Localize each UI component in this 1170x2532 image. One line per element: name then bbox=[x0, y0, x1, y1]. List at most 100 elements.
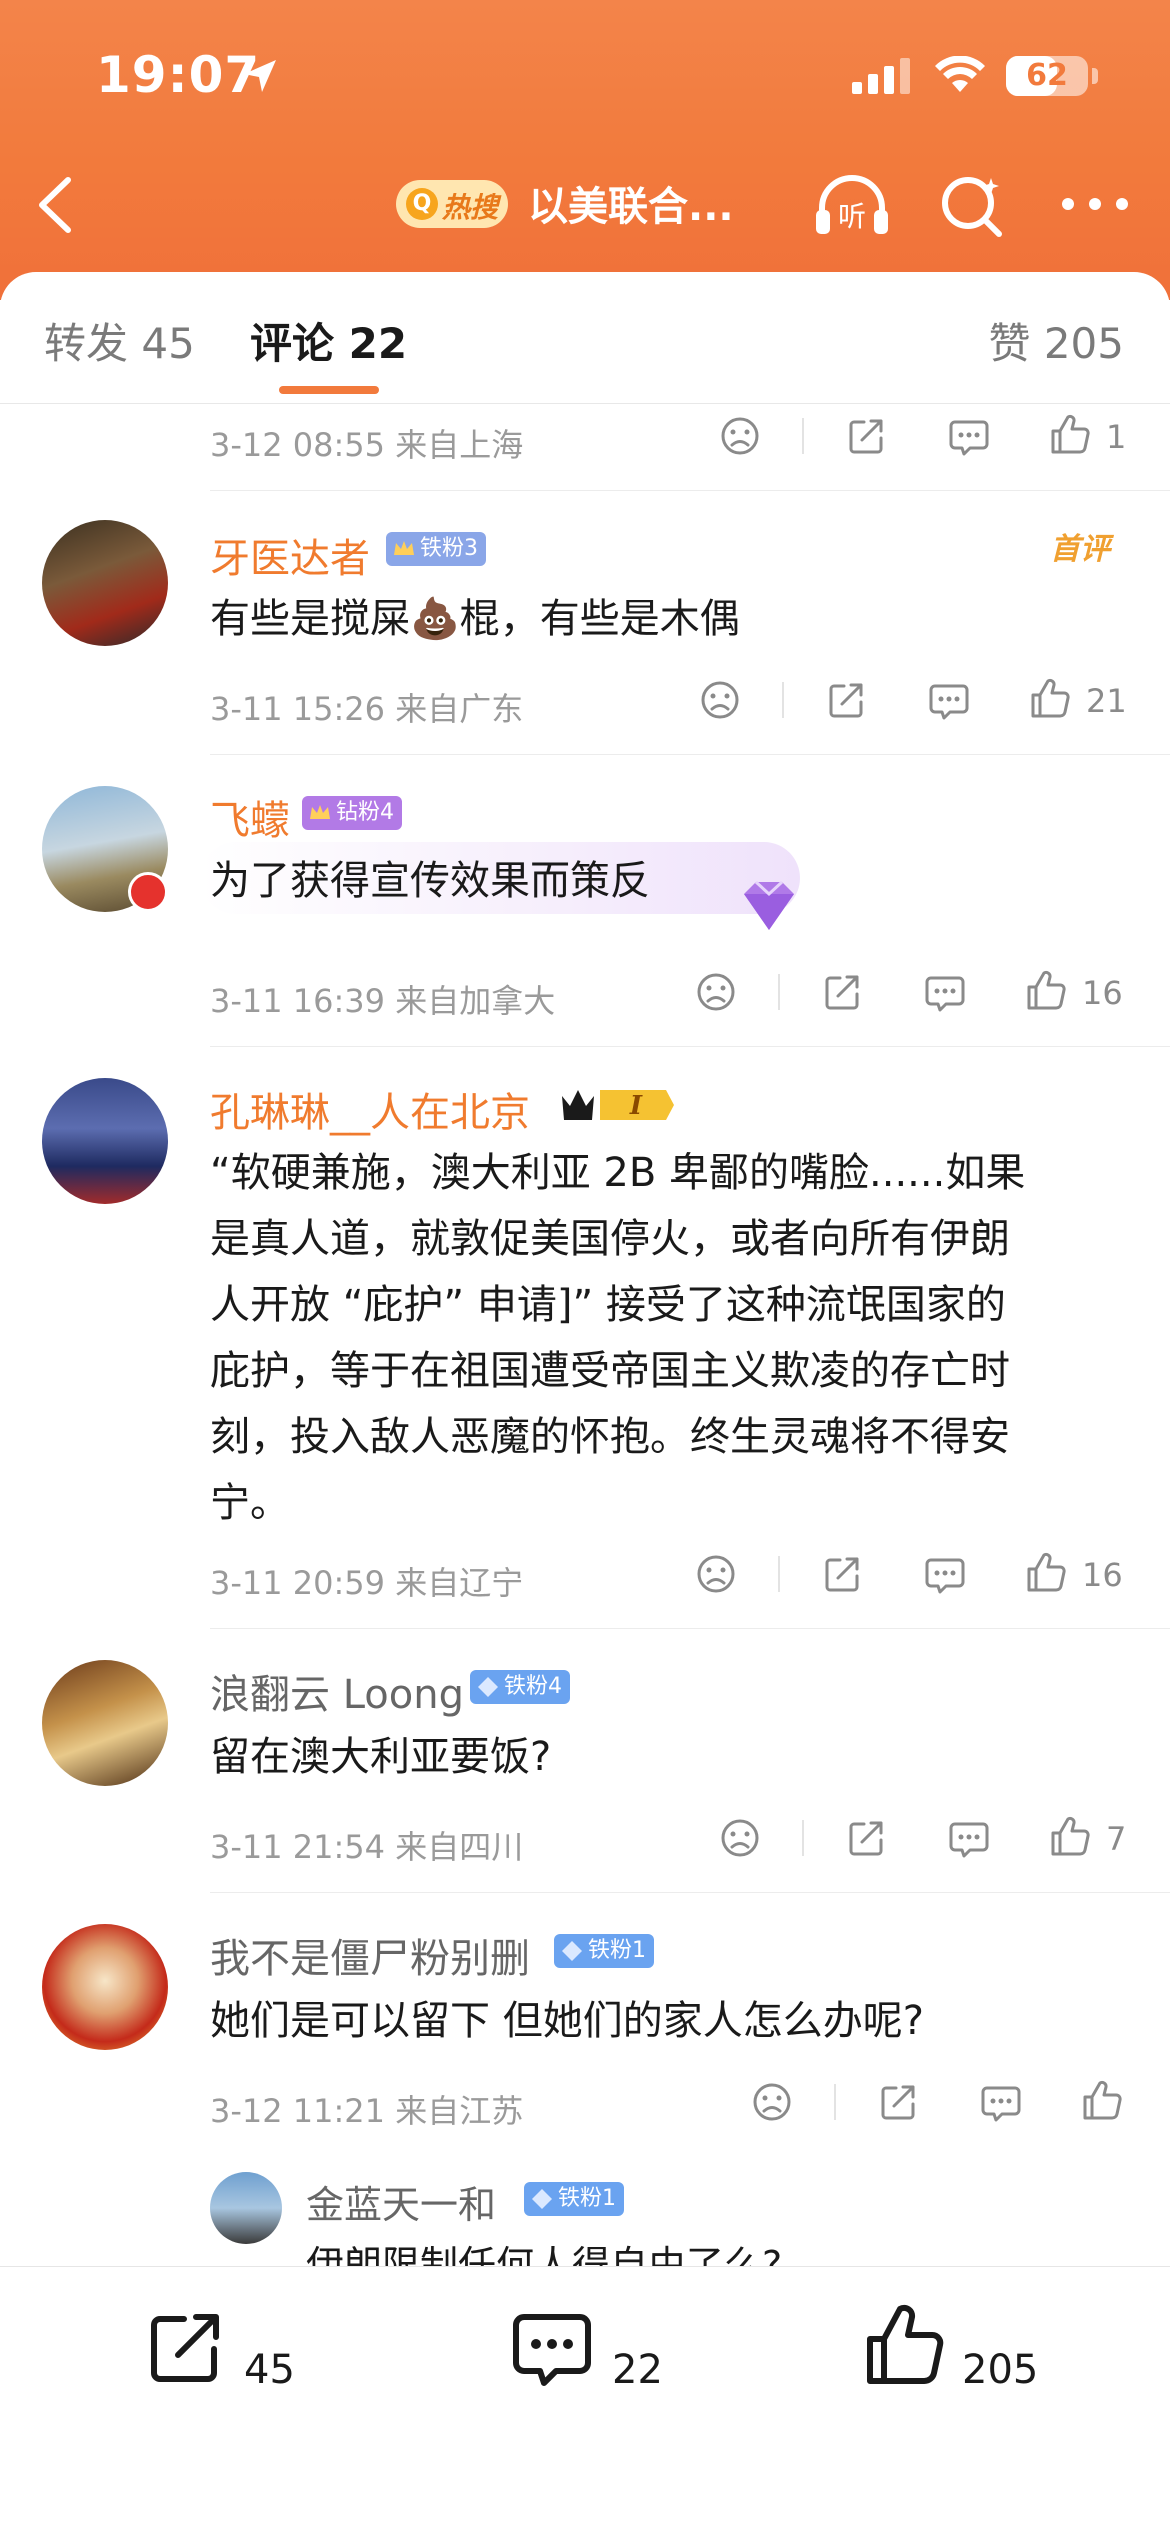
more-icon[interactable] bbox=[1060, 196, 1130, 212]
username[interactable]: 孔琳琳__人在北京 bbox=[210, 1080, 530, 1138]
listen-label: 听 bbox=[838, 200, 866, 233]
back-icon[interactable] bbox=[30, 170, 80, 240]
comment-icon[interactable] bbox=[948, 416, 990, 458]
comment-line: 宁。 bbox=[210, 1480, 290, 1526]
diamond-icon bbox=[478, 1677, 498, 1697]
search-icon[interactable] bbox=[937, 172, 1007, 242]
avatar[interactable] bbox=[42, 1078, 168, 1204]
tab-reposts[interactable]: 转发 45 bbox=[44, 310, 195, 371]
fan-badge-label: 钻粉4 bbox=[336, 800, 394, 825]
hot-search-badge[interactable]: Q 热搜 bbox=[396, 180, 508, 228]
sad-icon[interactable] bbox=[752, 2082, 792, 2122]
reply-username[interactable]: 金蓝天一和 bbox=[306, 2174, 496, 2229]
diamond-icon bbox=[532, 2189, 552, 2209]
nav-bar: Q 热搜 以美联合... 听 bbox=[0, 150, 1170, 260]
crown-icon bbox=[394, 541, 414, 555]
comment-count[interactable]: 22 bbox=[612, 2347, 663, 2393]
sad-icon[interactable] bbox=[700, 680, 740, 720]
comment-text: 为了获得宣传效果而策反 bbox=[210, 858, 650, 904]
tab-bar: 转发 45 评论 22 赞 205 bbox=[0, 272, 1170, 404]
comment-line: 刻，投入敌人恶魔的怀抱。终生灵魂将不得安 bbox=[210, 1414, 1010, 1460]
divider bbox=[210, 490, 1170, 491]
bottom-action-bar: 45 22 205 bbox=[0, 2266, 1170, 2532]
like-icon[interactable] bbox=[1050, 1816, 1092, 1858]
fan-badge-label: 铁粉4 bbox=[504, 1674, 562, 1699]
tab-active-indicator bbox=[279, 386, 379, 394]
like-count: 21 bbox=[1086, 682, 1127, 720]
comment-text: 有些是搅屎💩棍，有些是木偶 bbox=[210, 596, 740, 642]
action-separator bbox=[778, 1556, 780, 1592]
username[interactable]: 飞蠓 bbox=[210, 788, 290, 846]
sad-icon[interactable] bbox=[720, 1818, 760, 1858]
comment-meta: 3-11 20:59 来自辽宁 bbox=[210, 1564, 524, 1602]
sad-icon[interactable] bbox=[696, 1554, 736, 1594]
username[interactable]: 我不是僵尸粉别删 bbox=[210, 1926, 530, 1984]
action-separator bbox=[778, 974, 780, 1010]
fan-badge: 铁粉4 bbox=[470, 1670, 570, 1704]
status-bar: 19:07 62 bbox=[0, 0, 1170, 150]
divider bbox=[210, 1046, 1170, 1047]
avatar[interactable] bbox=[42, 520, 168, 646]
like-count: 16 bbox=[1082, 1556, 1123, 1594]
comment-text: 留在澳大利亚要饭? bbox=[210, 1734, 552, 1780]
fan-badge-label: 铁粉3 bbox=[420, 536, 478, 561]
like-count[interactable]: 205 bbox=[962, 2347, 1038, 2393]
sad-icon[interactable] bbox=[720, 416, 760, 456]
diamond-icon bbox=[562, 1941, 582, 1961]
like-icon[interactable] bbox=[1050, 414, 1092, 456]
username[interactable]: 浪翻云 Loong bbox=[210, 1662, 464, 1720]
fan-badge: 铁粉1 bbox=[554, 1934, 654, 1968]
comment-icon[interactable] bbox=[948, 1818, 990, 1860]
tab-comments[interactable]: 评论 22 bbox=[250, 310, 407, 371]
comment-line: 人开放 “庇护” 申请]” 接受了这种流氓国家的 bbox=[210, 1282, 1006, 1328]
vip-crown-badge: I bbox=[562, 1090, 674, 1121]
like-count: 7 bbox=[1106, 1820, 1127, 1858]
share-icon[interactable] bbox=[846, 1818, 886, 1858]
like-icon[interactable] bbox=[1030, 678, 1072, 720]
battery-tip bbox=[1092, 68, 1098, 84]
comment-icon[interactable] bbox=[980, 2082, 1022, 2124]
comment-icon[interactable] bbox=[924, 1554, 966, 1596]
like-icon[interactable] bbox=[1026, 1552, 1068, 1594]
like-count: 1 bbox=[1106, 418, 1127, 456]
comment-icon[interactable] bbox=[510, 2307, 594, 2391]
sad-icon[interactable] bbox=[696, 972, 736, 1012]
share-icon[interactable] bbox=[826, 680, 866, 720]
comment-line: “软硬兼施，澳大利亚 2B 卑鄙的嘴脸......如果 bbox=[210, 1150, 1026, 1196]
tab-likes[interactable]: 赞 205 bbox=[988, 310, 1124, 371]
status-time: 19:07 bbox=[96, 46, 261, 104]
comment-line: 是真人道，就敦促美国停火，或者向所有伊朗 bbox=[210, 1216, 1010, 1262]
share-icon[interactable] bbox=[846, 416, 886, 456]
comment-meta: 3-12 08:55 来自上海 bbox=[210, 426, 524, 464]
username[interactable]: 牙医达者 bbox=[210, 526, 370, 584]
comment-icon[interactable] bbox=[924, 972, 966, 1014]
fan-badge-label: 铁粉1 bbox=[588, 1938, 646, 1963]
repost-count[interactable]: 45 bbox=[244, 2347, 295, 2393]
avatar[interactable] bbox=[42, 1924, 168, 2050]
avatar[interactable] bbox=[42, 1660, 168, 1786]
vip-level: I bbox=[629, 1091, 643, 1121]
fan-badge: 钻粉4 bbox=[302, 796, 402, 830]
like-icon[interactable] bbox=[864, 2303, 944, 2387]
like-icon[interactable] bbox=[1026, 970, 1068, 1012]
wifi-icon bbox=[935, 56, 985, 92]
listen-icon[interactable]: 听 bbox=[812, 170, 892, 240]
comment-text: 她们是可以留下 但她们的家人怎么办呢? bbox=[210, 1998, 924, 2044]
action-separator bbox=[782, 682, 784, 718]
first-comment-tag: 首评 bbox=[1050, 532, 1110, 567]
reply-avatar[interactable] bbox=[210, 2172, 282, 2244]
divider bbox=[210, 1628, 1170, 1629]
share-icon[interactable] bbox=[878, 2082, 918, 2122]
fan-badge-label: 铁粉1 bbox=[558, 2186, 616, 2211]
like-count: 16 bbox=[1082, 974, 1123, 1012]
fan-badge: 铁粉3 bbox=[386, 532, 486, 566]
header: 19:07 62 Q 热搜 以美联合... 听 bbox=[0, 0, 1170, 300]
repost-icon[interactable] bbox=[146, 2307, 226, 2387]
page-title[interactable]: 以美联合... bbox=[528, 174, 734, 232]
like-icon[interactable] bbox=[1082, 2080, 1124, 2122]
share-icon[interactable] bbox=[822, 1554, 862, 1594]
comment-icon[interactable] bbox=[928, 680, 970, 722]
share-icon[interactable] bbox=[822, 972, 862, 1012]
location-arrow-icon bbox=[244, 60, 276, 92]
comment-meta: 3-11 15:26 来自广东 bbox=[210, 690, 524, 728]
